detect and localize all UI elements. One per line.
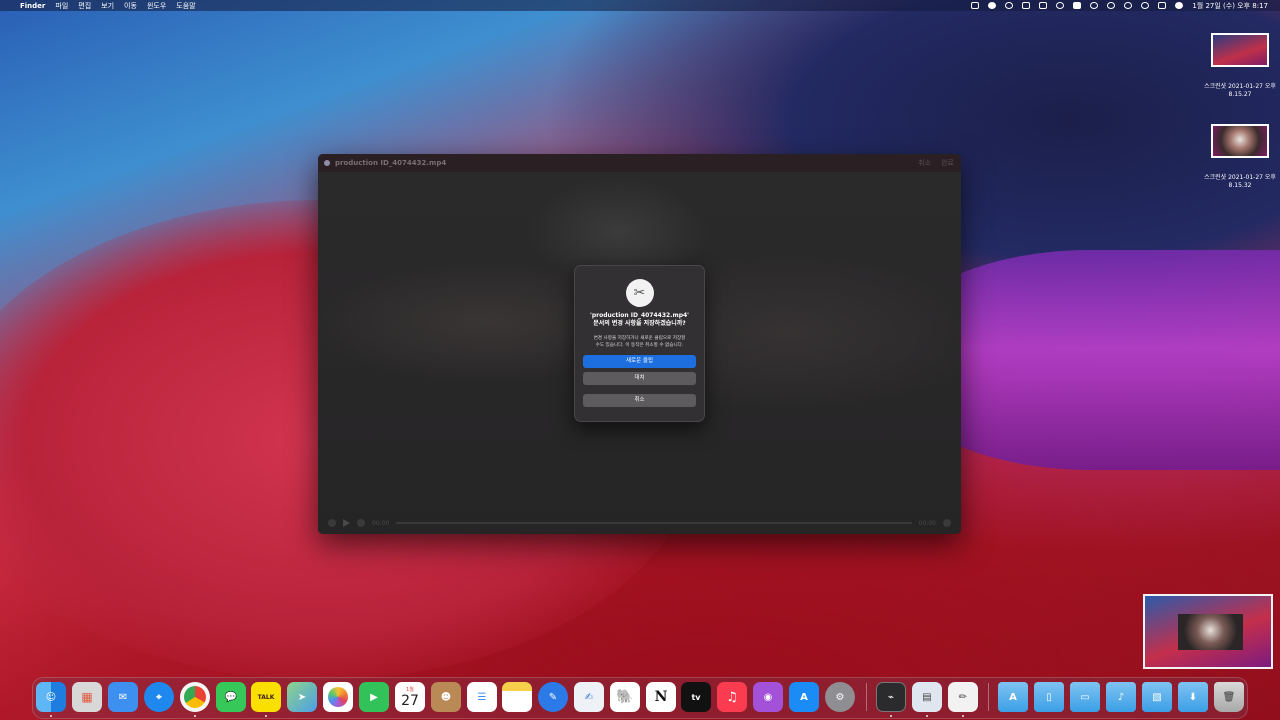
scissors-icon: ✂	[625, 279, 654, 307]
bluetooth-icon[interactable]	[1090, 2, 1099, 9]
downloads-folder-icon[interactable]: ⬇	[1178, 682, 1208, 712]
evernote-icon[interactable]: 🐘	[610, 682, 640, 712]
running-indicator	[890, 715, 892, 717]
battery-icon[interactable]	[1039, 2, 1048, 9]
window-status-icon	[324, 160, 330, 166]
replace-button[interactable]: 대치	[583, 372, 696, 385]
dialog-message-line1: 변경 사항을 저장하거나 새로운 클립으로 저장할	[593, 336, 686, 341]
notes-icon[interactable]	[502, 682, 532, 712]
record-icon[interactable]	[1056, 2, 1065, 9]
running-indicator	[926, 715, 928, 717]
new-clip-button[interactable]: 새로운 클립	[583, 355, 696, 368]
dialog-title-question: 문서의 변경 사항을 저장하겠습니까?	[593, 320, 686, 327]
screenshot-preview-thumbnail[interactable]	[1143, 594, 1273, 669]
running-indicator	[962, 715, 964, 717]
photos-icon[interactable]	[323, 682, 353, 712]
script-editor-icon[interactable]: ✏	[948, 682, 978, 712]
trash-icon[interactable]: 🗑	[1214, 682, 1244, 712]
contacts-icon[interactable]: ☻	[431, 682, 461, 712]
window-title: production ID_4074432.mp4	[335, 159, 447, 167]
desktop-file-screenshot-2[interactable]: 스크린샷 2021-01-27 오후 8.15.32	[1200, 124, 1280, 190]
wifi-icon[interactable]	[1107, 2, 1116, 9]
preview-icon[interactable]: ▤	[912, 682, 942, 712]
search-icon[interactable]	[1141, 2, 1150, 9]
calendar-month: 1월	[406, 686, 414, 693]
finder-icon[interactable]: ☺	[36, 682, 66, 712]
desktop-file-screenshot-1[interactable]: 스크린샷 2021-01-27 오후 8.15.27	[1200, 33, 1280, 99]
menu-edit[interactable]: 편집	[78, 1, 91, 11]
running-indicator	[265, 715, 267, 717]
pages-pen-icon[interactable]: ✎	[538, 682, 568, 712]
menu-go[interactable]: 이동	[124, 1, 137, 11]
screenshot-thumbnail	[1211, 33, 1269, 67]
volume-icon[interactable]	[943, 519, 951, 527]
activity-monitor-icon[interactable]: ⌁	[876, 682, 906, 712]
time-total: 00:00	[918, 519, 936, 527]
menu-window[interactable]: 윈도우	[147, 1, 166, 11]
time-current: 00:00	[372, 519, 390, 527]
textedit-icon[interactable]: ✍	[574, 682, 604, 712]
desktop-file-name: 스크린샷 2021-01-27 오후	[1204, 83, 1276, 90]
running-indicator	[194, 715, 196, 717]
movies-folder-icon[interactable]: ▭	[1070, 682, 1100, 712]
pictures-folder-icon[interactable]: ▧	[1142, 682, 1172, 712]
input-source-icon[interactable]	[1073, 2, 1082, 9]
apple-tv-icon[interactable]: tv	[681, 682, 711, 712]
dialog-message-line2: 수도 있습니다. 이 동작은 취소할 수 없습니다.	[595, 343, 684, 348]
app-menu-finder[interactable]: Finder	[20, 2, 45, 10]
facetime-icon[interactable]: ▶	[359, 682, 389, 712]
running-indicator	[50, 715, 52, 717]
screen-mirror-icon[interactable]	[971, 2, 980, 9]
kakaotalk-icon[interactable]: TALK	[251, 682, 281, 712]
cloud-icon[interactable]	[988, 2, 997, 9]
calendar-icon[interactable]: 1월 27	[395, 682, 425, 712]
reminders-icon[interactable]: ☰	[467, 682, 497, 712]
shield-icon[interactable]	[1022, 2, 1031, 9]
dialog-title-filename: 'production ID_4074432.mp4'	[589, 312, 690, 319]
forward-icon[interactable]	[357, 519, 365, 527]
desktop-file-name: 스크린샷 2021-01-27 오후	[1204, 174, 1276, 181]
desktop-file-name-time: 8.15.32	[1228, 182, 1252, 189]
documents-folder-icon[interactable]: ▯	[1034, 682, 1064, 712]
music-icon[interactable]: ♫	[717, 682, 747, 712]
app-store-icon[interactable]: A	[789, 682, 819, 712]
vpn-icon[interactable]	[1005, 2, 1014, 9]
playback-controls: 00:00 00:00	[318, 512, 961, 534]
notion-icon[interactable]: N	[646, 682, 676, 712]
user-icon[interactable]	[1124, 2, 1133, 9]
chrome-icon[interactable]	[180, 682, 210, 712]
desktop-file-name-time: 8.15.27	[1228, 91, 1252, 98]
applications-folder-icon[interactable]: A	[998, 682, 1028, 712]
dialog-message: 변경 사항을 저장하거나 새로운 클립으로 저장할 수도 있습니다. 이 동작은…	[583, 335, 696, 349]
control-center-icon[interactable]	[1158, 2, 1167, 9]
window-titlebar[interactable]: production ID_4074432.mp4 취소 완료	[318, 154, 961, 172]
menu-file[interactable]: 파일	[55, 1, 68, 11]
rewind-icon[interactable]	[328, 519, 336, 527]
save-changes-dialog: ✂ 'production ID_4074432.mp4' 문서의 변경 사항을…	[574, 265, 705, 422]
music-folder-icon[interactable]: ♪	[1106, 682, 1136, 712]
menu-bar: Finder 파일 편집 보기 이동 윈도우 도움말 1월 27일 (수) 오후…	[0, 0, 1280, 11]
menubar-clock[interactable]: 1월 27일 (수) 오후 8:17	[1192, 1, 1268, 11]
menu-help[interactable]: 도움말	[176, 1, 195, 11]
podcasts-icon[interactable]: ◉	[753, 682, 783, 712]
system-preferences-icon[interactable]: ⚙	[825, 682, 855, 712]
calendar-day: 27	[401, 692, 419, 709]
mail-icon[interactable]: ✉	[108, 682, 138, 712]
safari-icon[interactable]: ⌖	[144, 682, 174, 712]
dock-separator	[988, 683, 989, 711]
play-icon[interactable]	[343, 519, 350, 527]
maps-icon[interactable]: ➤	[287, 682, 317, 712]
cancel-button[interactable]: 취소	[583, 394, 696, 407]
preview-video-frame	[1178, 614, 1243, 650]
launchpad-icon[interactable]: ▦	[72, 682, 102, 712]
siri-icon[interactable]	[1175, 2, 1184, 9]
menu-view[interactable]: 보기	[101, 1, 114, 11]
messages-icon[interactable]: 💬	[216, 682, 246, 712]
dock	[32, 677, 1248, 719]
scrubber-bar[interactable]	[396, 522, 912, 524]
trim-done-button[interactable]: 완료	[941, 158, 954, 168]
screenshot-thumbnail	[1211, 124, 1269, 158]
dock-separator	[866, 683, 867, 711]
trim-cancel-button[interactable]: 취소	[918, 158, 931, 168]
